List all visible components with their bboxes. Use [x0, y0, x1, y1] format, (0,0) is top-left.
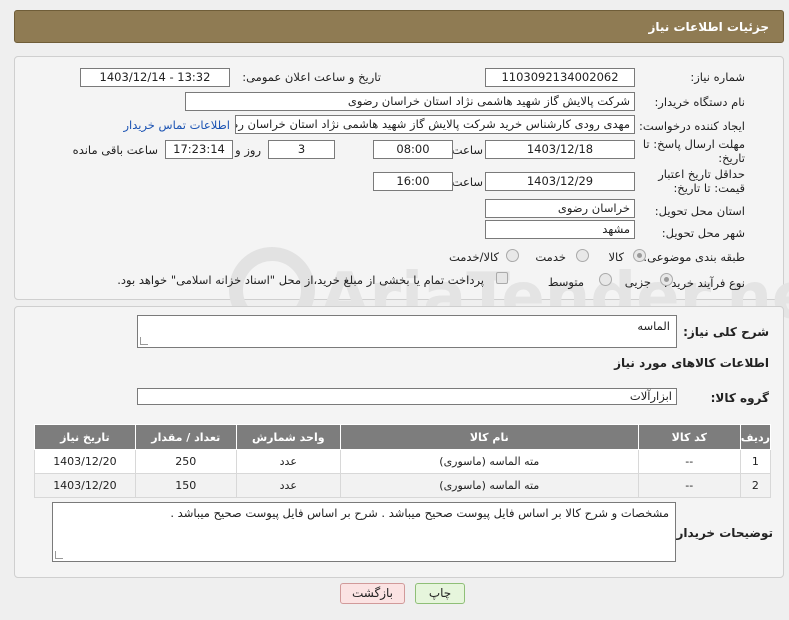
- category-service-label: خدمت: [535, 250, 566, 264]
- days-label: روز و: [235, 143, 261, 157]
- deadline-time-label: ساعت: [451, 143, 483, 157]
- back-button[interactable]: بازگشت: [340, 583, 405, 604]
- goods-group-field[interactable]: ابزارآلات: [137, 388, 677, 405]
- process-medium-label: متوسط: [547, 275, 584, 289]
- col-qty: تعداد / مقدار: [134, 424, 237, 450]
- province-label: استان محل تحویل:: [654, 204, 745, 218]
- cell-date: 1403/12/20: [34, 449, 136, 474]
- category-goods-label: کالا: [608, 250, 624, 264]
- deadline-label: مهلت ارسال پاسخ: تا تاریخ:: [642, 137, 745, 165]
- category-service-radio[interactable]: [576, 249, 589, 262]
- col-date: تاریخ نیاز: [34, 424, 136, 450]
- announce-label: تاریخ و ساعت اعلان عمومی:: [242, 70, 381, 84]
- city-label: شهر محل تحویل:: [661, 226, 745, 240]
- cell-unit: عدد: [235, 473, 341, 498]
- category-label: طبقه بندی موضوعی:: [643, 250, 745, 264]
- summary-text: الماسه: [637, 319, 670, 333]
- province-field[interactable]: خراسان رضوی: [485, 199, 635, 218]
- process-label: نوع فرآیند خرید :: [663, 276, 745, 290]
- cell-code: --: [637, 473, 741, 498]
- treasury-payment-note: پرداخت تمام یا بخشی از مبلغ خرید،از محل …: [117, 273, 484, 287]
- deadline-time-field[interactable]: 08:00: [373, 140, 453, 159]
- table-row: 2 -- مته الماسه (ماسوری) عدد 150 1403/12…: [34, 473, 772, 498]
- deadline-date-field[interactable]: 1403/12/18: [485, 140, 635, 159]
- process-minor-label: جزیی: [624, 275, 651, 289]
- announce-field[interactable]: 1403/12/14 - 13:32: [80, 68, 230, 87]
- process-minor-radio[interactable]: [660, 273, 673, 286]
- category-goods-radio[interactable]: [633, 249, 646, 262]
- cell-date: 1403/12/20: [34, 473, 136, 498]
- need-number-field[interactable]: 1103092134002062: [485, 68, 635, 87]
- print-button[interactable]: چاپ: [415, 583, 465, 604]
- cell-row: 2: [739, 473, 772, 498]
- validity-time-field[interactable]: 16:00: [373, 172, 453, 191]
- page-title: جزئیات اطلاعات نیاز: [648, 20, 769, 34]
- cell-qty: 250: [134, 449, 237, 474]
- buyer-notes-text: مشخصات و شرح کالا بر اساس فایل پیوست صحی…: [170, 506, 669, 520]
- col-row: ردیف: [739, 424, 772, 450]
- buyer-org-label: نام دستگاه خریدار:: [654, 95, 745, 109]
- remaining-label: ساعت باقی مانده: [72, 143, 158, 157]
- buyer-notes-label: توضیحات خریدار:: [671, 526, 773, 540]
- creator-label: ایجاد کننده درخواست:: [639, 119, 745, 133]
- validity-time-label: ساعت: [451, 175, 483, 189]
- summary-textarea[interactable]: الماسه: [137, 315, 677, 348]
- remaining-time-field[interactable]: 17:23:14: [165, 140, 233, 159]
- col-code: کد کالا: [637, 424, 741, 450]
- city-field[interactable]: مشهد: [485, 220, 635, 239]
- category-both-label: کالا/خدمت: [448, 250, 499, 264]
- validity-date-field[interactable]: 1403/12/29: [485, 172, 635, 191]
- treasury-payment-checkbox[interactable]: [496, 272, 508, 284]
- cell-code: --: [637, 449, 741, 474]
- resize-grip-icon: [55, 551, 63, 559]
- cell-name: مته الماسه (ماسوری): [339, 473, 639, 498]
- goods-info-title: اطلاعات کالاهای مورد نیاز: [614, 356, 769, 370]
- cell-unit: عدد: [235, 449, 341, 474]
- cell-name: مته الماسه (ماسوری): [339, 449, 639, 474]
- category-both-radio[interactable]: [506, 249, 519, 262]
- buyer-org-field[interactable]: شرکت پالایش گاز شهید هاشمی نژاد استان خر…: [185, 92, 635, 111]
- validity-label: حداقل تاریخ اعتبار قیمت: تا تاریخ:: [658, 167, 745, 195]
- cell-qty: 150: [134, 473, 237, 498]
- need-number-label: شماره نیاز:: [690, 70, 745, 84]
- col-name: نام کالا: [339, 424, 639, 450]
- col-unit: واحد شمارش: [235, 424, 341, 450]
- cell-row: 1: [739, 449, 772, 474]
- days-field[interactable]: 3: [268, 140, 335, 159]
- table-row: 1 -- مته الماسه (ماسوری) عدد 250 1403/12…: [34, 449, 772, 474]
- process-medium-radio[interactable]: [599, 273, 612, 286]
- summary-label: شرح کلی نیاز:: [683, 325, 769, 339]
- page-header: جزئیات اطلاعات نیاز: [14, 10, 784, 43]
- buyer-notes-textarea[interactable]: مشخصات و شرح کالا بر اساس فایل پیوست صحی…: [52, 502, 676, 562]
- goods-table: ردیف کد کالا نام کالا واحد شمارش تعداد /…: [34, 424, 772, 498]
- creator-field[interactable]: مهدی رودی کارشناس خرید شرکت پالایش گاز ش…: [235, 115, 635, 134]
- resize-grip-icon: [140, 337, 148, 345]
- buyer-contact-link[interactable]: اطلاعات تماس خریدار: [123, 118, 230, 132]
- goods-group-label: گروه کالا:: [710, 391, 769, 405]
